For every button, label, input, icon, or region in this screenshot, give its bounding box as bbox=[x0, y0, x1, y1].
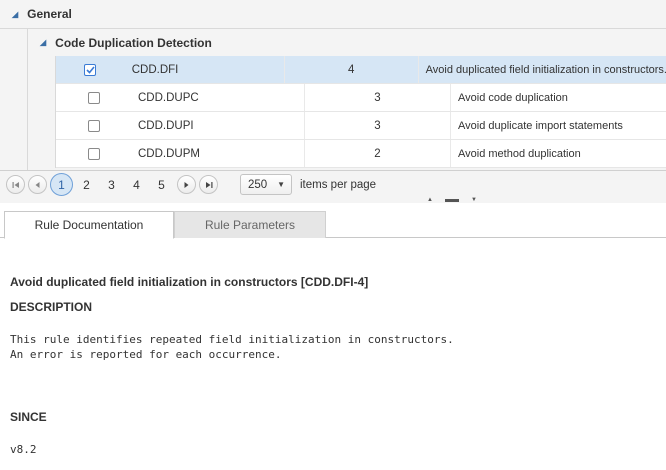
collapse-triangle-icon[interactable]: ◢ bbox=[12, 10, 18, 19]
pagination-bar: 1 2 3 4 5 250 ▼ items per page bbox=[0, 170, 666, 198]
rule-id: CDD.DFI bbox=[131, 63, 179, 76]
rule-checkbox[interactable] bbox=[87, 119, 100, 132]
group-label: General bbox=[27, 7, 72, 21]
first-page-button[interactable] bbox=[6, 175, 25, 194]
rule-id: CDD.DUPC bbox=[138, 91, 199, 104]
table-row[interactable]: CDD.DUPM 2 Avoid method duplication bbox=[56, 140, 666, 168]
checkmark-icon bbox=[86, 65, 95, 74]
rules-tree-grid: ◢ General ◢ Code Duplication Detection C… bbox=[0, 0, 666, 170]
rule-id: CDD.DUPM bbox=[138, 147, 200, 160]
rule-rows: CDD.DFI 4 Avoid duplicated field initial… bbox=[55, 56, 666, 168]
page-size-value: 250 bbox=[248, 178, 268, 191]
checkbox-cell bbox=[56, 84, 131, 111]
page-number[interactable]: 3 bbox=[99, 174, 124, 196]
drag-grip-icon[interactable] bbox=[445, 199, 459, 202]
checkbox-cell bbox=[56, 112, 131, 139]
table-row[interactable]: CDD.DFI 4 Avoid duplicated field initial… bbox=[56, 56, 666, 84]
next-page-button[interactable] bbox=[177, 175, 196, 194]
rule-checkbox[interactable] bbox=[84, 63, 97, 76]
first-page-icon bbox=[12, 181, 19, 188]
since-heading: SINCE bbox=[10, 410, 47, 424]
checkbox-cell bbox=[56, 140, 131, 167]
previous-page-button[interactable] bbox=[28, 175, 47, 194]
table-row[interactable]: CDD.DUPC 3 Avoid code duplication bbox=[56, 84, 666, 112]
subgroup-row-code-duplication[interactable]: ◢ Code Duplication Detection bbox=[28, 29, 666, 56]
description-text: This rule identifies repeated field init… bbox=[10, 332, 454, 362]
previous-page-icon bbox=[35, 181, 40, 188]
items-per-page-label: items per page bbox=[300, 178, 377, 191]
subgroup-panel: ◢ Code Duplication Detection CDD.DFI 4 A… bbox=[27, 29, 666, 170]
page-size-select[interactable]: 250 ▼ bbox=[240, 174, 292, 195]
rule-severity: 3 bbox=[304, 112, 450, 139]
description-line: An error is reported for each occurrence… bbox=[10, 348, 282, 361]
next-page-icon bbox=[184, 181, 189, 188]
group-row-general[interactable]: ◢ General bbox=[0, 0, 666, 28]
checkbox-cell bbox=[56, 56, 125, 83]
rule-description: Avoid duplicated field initialization in… bbox=[417, 56, 666, 83]
page-number[interactable]: 5 bbox=[149, 174, 174, 196]
tab-rule-documentation[interactable]: Rule Documentation bbox=[4, 211, 174, 239]
rule-severity: 2 bbox=[304, 140, 450, 167]
rule-description: Avoid code duplication bbox=[450, 84, 666, 111]
description-line: This rule identifies repeated field init… bbox=[10, 333, 454, 346]
details-tabs: Rule Documentation Rule Parameters bbox=[0, 203, 666, 239]
doc-title: Avoid duplicated field initialization in… bbox=[10, 275, 369, 289]
collapse-triangle-icon[interactable]: ◢ bbox=[40, 38, 46, 47]
chevron-down-icon: ▼ bbox=[277, 180, 285, 189]
page-number-current[interactable]: 1 bbox=[50, 173, 73, 196]
rule-severity: 3 bbox=[304, 84, 450, 111]
description-heading: DESCRIPTION bbox=[10, 300, 93, 314]
page-number[interactable]: 4 bbox=[124, 174, 149, 196]
tab-rule-parameters[interactable]: Rule Parameters bbox=[174, 211, 326, 238]
rule-severity: 4 bbox=[283, 56, 418, 83]
rule-id: CDD.DUPI bbox=[138, 119, 194, 132]
table-row[interactable]: CDD.DUPI 3 Avoid duplicate import statem… bbox=[56, 112, 666, 140]
last-page-button[interactable] bbox=[199, 175, 218, 194]
rule-checkbox[interactable] bbox=[87, 147, 100, 160]
rule-documentation-panel: Avoid duplicated field initialization in… bbox=[0, 239, 666, 470]
rule-checkbox[interactable] bbox=[87, 91, 100, 104]
page-number[interactable]: 2 bbox=[74, 174, 99, 196]
since-value: v8.2 bbox=[10, 443, 37, 456]
rule-description: Avoid duplicate import statements bbox=[450, 112, 666, 139]
subgroup-label: Code Duplication Detection bbox=[55, 35, 212, 50]
last-page-icon bbox=[205, 181, 212, 188]
rule-description: Avoid method duplication bbox=[450, 140, 666, 167]
